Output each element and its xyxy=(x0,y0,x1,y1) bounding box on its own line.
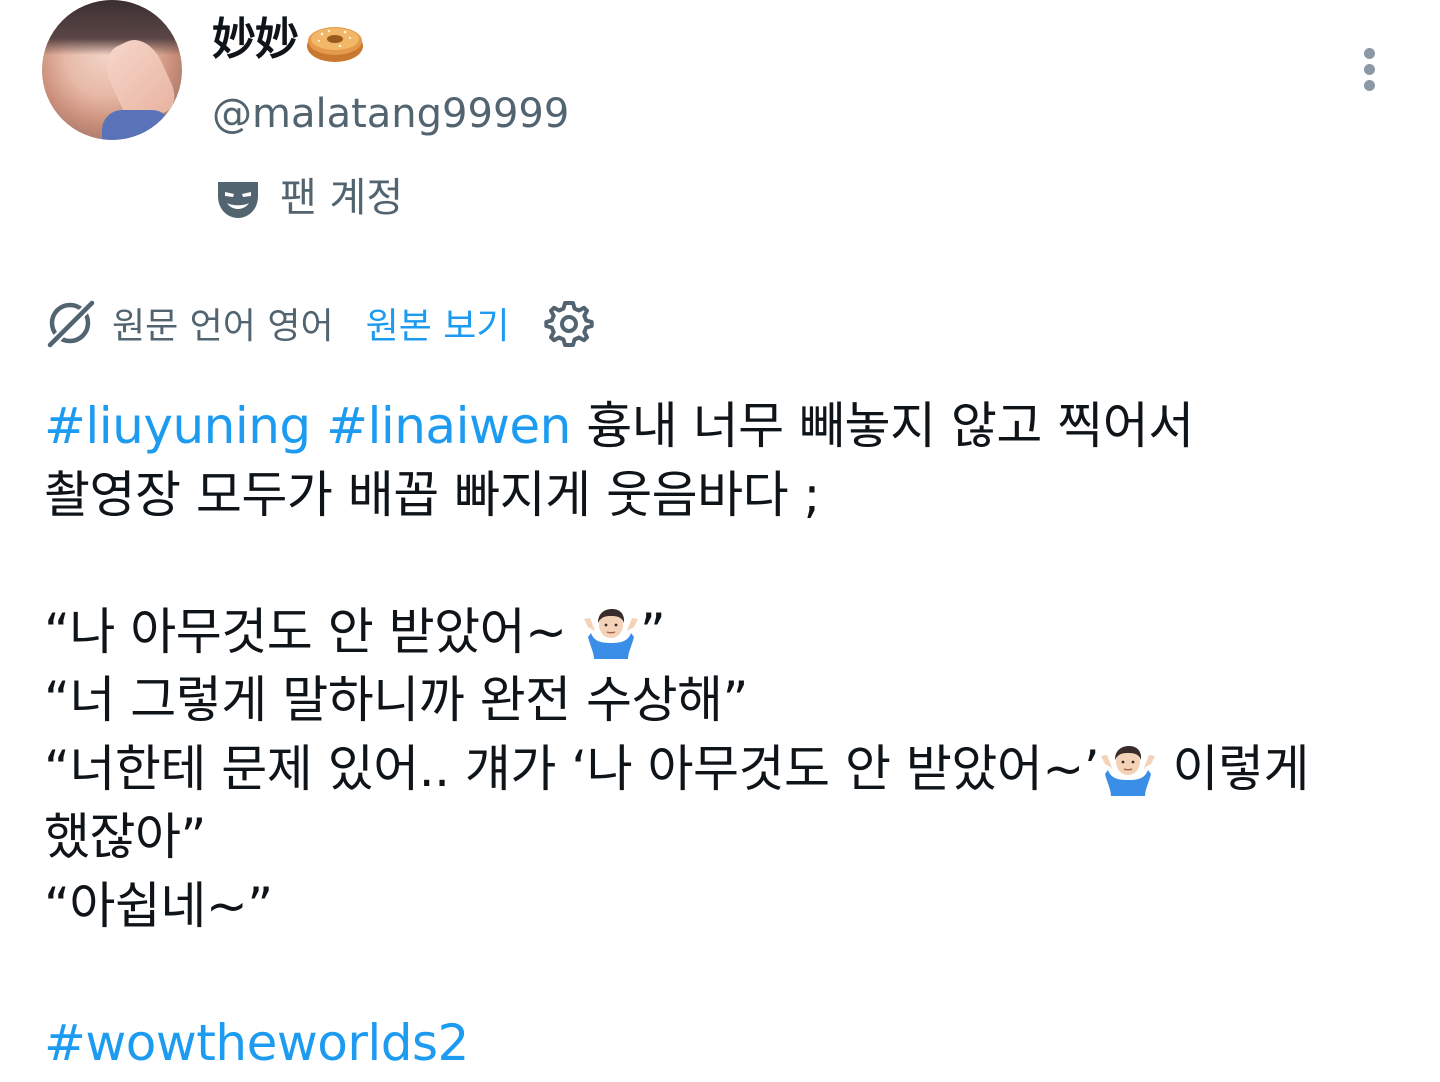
hashtag-liuyuning[interactable]: #liuyuning xyxy=(44,397,311,455)
tweet-line-2: 촬영장 모두가 배꼽 빠지게 웃음바다 ; xyxy=(44,465,820,524)
quote-3-tail: 이렇게 xyxy=(1157,739,1310,798)
hashtag-linaiwen[interactable]: #linaiwen xyxy=(326,397,571,455)
user-handle[interactable]: @malatang99999 xyxy=(212,88,569,140)
avatar[interactable] xyxy=(42,0,182,140)
more-vertical-icon xyxy=(1364,48,1375,59)
globe-slash-icon xyxy=(44,297,98,351)
quote-3: “너한테 문제 있어.. 걔가 ‘나 아무것도 안 받았어~’ 이렇게 xyxy=(44,735,1414,804)
quote-1: “나 아무것도 안 받았어~ ” xyxy=(44,598,1414,667)
more-vertical-icon-dot-3 xyxy=(1364,80,1375,91)
fan-account-badge: 팬 계정 xyxy=(214,170,403,226)
quote-2: “너 그렇게 말하니까 완전 수상해” xyxy=(44,671,748,729)
display-name[interactable]: 妙妙 xyxy=(212,12,299,68)
quote-1-text: “나 아무것도 안 받았어~ xyxy=(44,602,582,661)
quote-3-continued: 했잖아” xyxy=(44,808,206,866)
view-original-link[interactable]: 원본 보기 xyxy=(366,297,510,349)
tweet-line-hashtag: #wowtheworlds2 xyxy=(44,1009,1414,1078)
person-shrugging-emoji xyxy=(583,608,638,659)
person-shrugging-emoji xyxy=(1101,745,1156,796)
quote-3-text: “너한테 문제 있어.. 걔가 ‘나 아무것도 안 받았어~’ xyxy=(44,739,1100,798)
tweet-line-1: #liuyuning #linaiwen 흉내 너무 빼놓지 않고 찍어서 xyxy=(44,392,1414,461)
source-language-text: 원문 언어 영어 xyxy=(112,306,334,347)
mask-icon xyxy=(218,182,258,218)
more-vertical-icon-dot-2 xyxy=(1364,64,1375,75)
tweet-line-1-text: 흉내 너무 빼놓지 않고 찍어서 xyxy=(586,397,1194,455)
quote-4: “아쉽네~” xyxy=(44,876,273,935)
gear-icon[interactable] xyxy=(543,298,594,348)
fan-account-label: 팬 계정 xyxy=(280,175,404,221)
bagel-emoji xyxy=(307,27,363,62)
translation-bar: 원문 언어 영어 원본 보기 xyxy=(42,293,594,353)
tweet-body: #liuyuning #linaiwen 흉내 너무 빼놓지 않고 찍어서 촬영… xyxy=(44,392,1414,1077)
more-options-button[interactable] xyxy=(1350,44,1390,96)
quote-1-close: ” xyxy=(639,602,666,661)
hashtag-wowtheworlds2[interactable]: #wowtheworlds2 xyxy=(44,1014,469,1072)
display-name-text[interactable]: 妙妙 xyxy=(212,14,299,65)
